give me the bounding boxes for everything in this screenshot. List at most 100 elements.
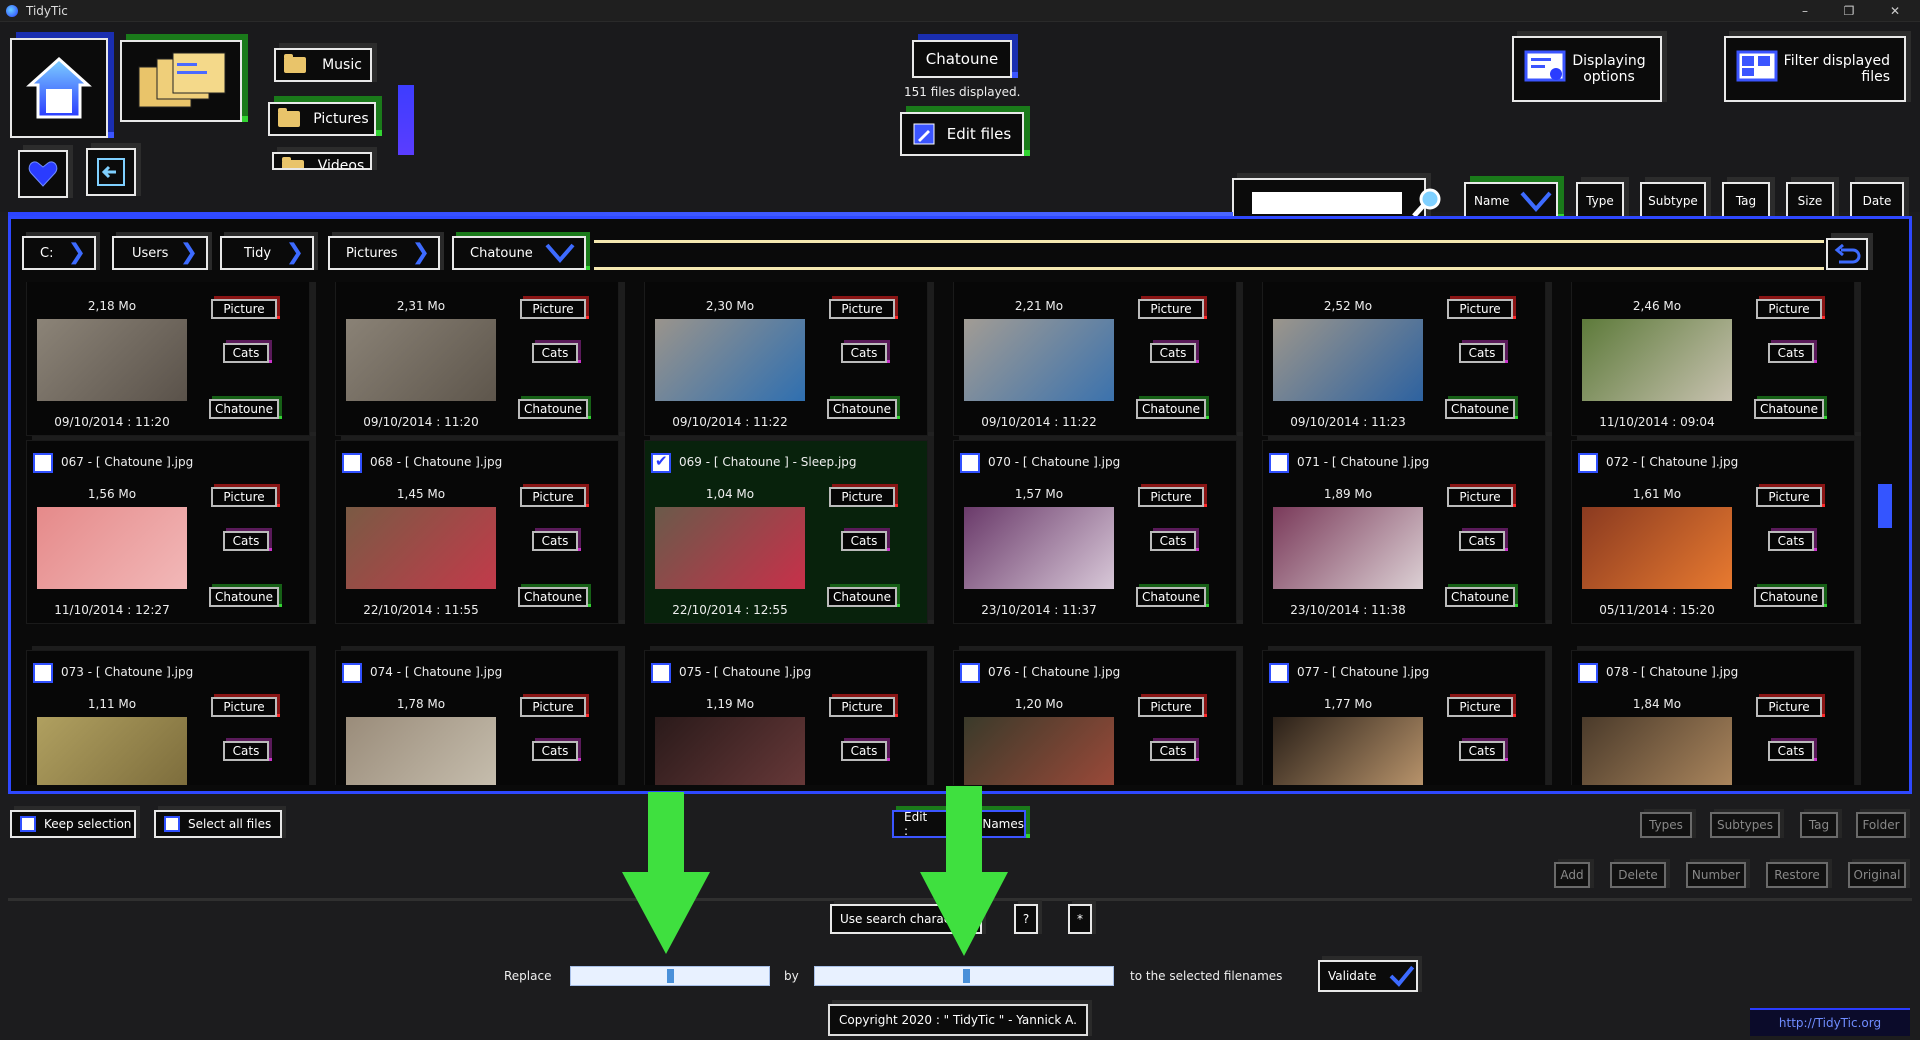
file-subtype-tag[interactable]: Cats [1459,531,1505,551]
file-tile[interactable]: 078 - [ Chatoune ].jpg 1,84 Mo Picture Cats [1571,650,1855,785]
file-thumbnail[interactable] [655,717,805,785]
file-tag[interactable]: Chatoune [1754,587,1824,607]
file-tag[interactable]: Chatoune [1754,399,1824,419]
name-original-button[interactable]: Original [1848,862,1906,888]
file-type-tag[interactable]: Picture [211,697,277,717]
close-button[interactable]: ✕ [1872,0,1918,22]
file-thumbnail[interactable] [346,717,496,785]
file-checkbox[interactable] [33,663,53,683]
file-subtype-tag[interactable]: Cats [1459,343,1505,363]
file-type-tag[interactable]: Picture [520,299,586,319]
nav-videos-button[interactable]: Videos [272,152,372,170]
file-tile[interactable]: 2,18 Mo 09/10/2014 : 11:20 Picture Cats Chat… [26,282,310,436]
name-restore-button[interactable]: Restore [1766,862,1828,888]
sort-tag-button[interactable]: Tag [1722,182,1770,220]
edit-folder-button[interactable]: Folder [1856,812,1906,838]
file-subtype-tag[interactable]: Cats [532,531,578,551]
breadcrumb-tidy[interactable]: Tidy ❯ [220,236,314,270]
file-thumbnail[interactable] [346,319,496,401]
file-checkbox[interactable] [960,663,980,683]
nav-pictures-button[interactable]: Pictures [268,102,376,136]
folders-button[interactable] [120,40,242,122]
wildcard-question-button[interactable]: ? [1014,904,1038,934]
home-button[interactable] [10,38,108,138]
file-tag[interactable]: Chatoune [518,587,588,607]
file-tag[interactable]: Chatoune [1445,587,1515,607]
file-subtype-tag[interactable]: Cats [532,741,578,761]
file-checkbox[interactable] [651,663,671,683]
file-type-tag[interactable]: Picture [1447,697,1513,717]
file-subtype-tag[interactable]: Cats [223,343,269,363]
name-add-button[interactable]: Add [1554,862,1590,888]
minimize-button[interactable]: – [1782,0,1828,22]
file-thumbnail[interactable] [964,507,1114,589]
file-tile[interactable]: 074 - [ Chatoune ].jpg 1,78 Mo Picture Cats [335,650,619,785]
replace-input[interactable] [570,966,770,986]
website-link[interactable]: http://TidyTic.org [1750,1008,1910,1036]
file-checkbox[interactable] [651,452,671,473]
file-tag[interactable]: Chatoune [518,399,588,419]
file-thumbnail[interactable] [1582,319,1732,401]
maximize-button[interactable]: ❐ [1826,0,1872,22]
file-tile[interactable]: 2,46 Mo 11/10/2014 : 09:04 Picture Cats Chat… [1571,282,1855,436]
file-subtype-tag[interactable]: Cats [1768,531,1814,551]
file-tile[interactable]: 2,21 Mo 09/10/2014 : 11:22 Picture Cats Chat… [953,282,1237,436]
file-subtype-tag[interactable]: Cats [1768,343,1814,363]
sort-size-button[interactable]: Size [1786,182,1834,220]
file-subtype-tag[interactable]: Cats [1768,741,1814,761]
grid-scrollbar[interactable] [1878,484,1892,528]
file-checkbox[interactable] [1578,663,1598,683]
file-subtype-tag[interactable]: Cats [223,531,269,551]
file-tag[interactable]: Chatoune [1445,399,1515,419]
file-tile[interactable]: 070 - [ Chatoune ].jpg 1,57 Mo 23/10/2014 … [953,440,1237,624]
file-thumbnail[interactable] [964,717,1114,785]
edit-tag-button[interactable]: Tag [1800,812,1838,838]
undo-path-button[interactable] [1826,238,1868,270]
file-thumbnail[interactable] [1582,507,1732,589]
file-type-tag[interactable]: Picture [1447,299,1513,319]
validate-button[interactable]: Validate [1318,960,1418,992]
sort-name-button[interactable]: Name [1464,182,1558,220]
file-subtype-tag[interactable]: Cats [1150,741,1196,761]
select-all-checkbox[interactable]: Select all files [154,810,282,838]
filter-files-button[interactable]: Filter displayed files [1724,36,1906,102]
file-tag[interactable]: Chatoune [209,587,279,607]
by-input[interactable] [814,966,1114,986]
file-thumbnail[interactable] [1582,717,1732,785]
file-thumbnail[interactable] [37,507,187,589]
file-thumbnail[interactable] [37,717,187,785]
file-subtype-tag[interactable]: Cats [841,531,887,551]
file-tile[interactable]: 069 - [ Chatoune ] - Sleep.jpg 1,04 Mo 22/… [644,440,928,624]
file-subtype-tag[interactable]: Cats [532,343,578,363]
file-tag[interactable]: Chatoune [827,587,897,607]
edit-subtypes-button[interactable]: Subtypes [1710,812,1780,838]
breadcrumb-c[interactable]: C: ❯ [22,236,96,270]
file-tag[interactable]: Chatoune [1136,399,1206,419]
keep-selection-checkbox[interactable]: Keep selection [10,810,136,838]
file-type-tag[interactable]: Picture [1447,487,1513,507]
search-input[interactable] [1252,192,1402,214]
file-type-tag[interactable]: Picture [1138,299,1204,319]
file-checkbox[interactable] [33,453,53,473]
file-checkbox[interactable] [342,453,362,473]
file-thumbnail[interactable] [37,319,187,401]
file-subtype-tag[interactable]: Cats [1150,531,1196,551]
file-tile[interactable]: 072 - [ Chatoune ].jpg 1,61 Mo 05/11/2014 … [1571,440,1855,624]
edit-types-button[interactable]: Types [1640,812,1692,838]
file-thumbnail[interactable] [1273,507,1423,589]
sort-date-button[interactable]: Date [1850,182,1904,220]
file-tile[interactable]: 2,30 Mo 09/10/2014 : 11:22 Picture Cats Chat… [644,282,928,436]
file-tile[interactable]: 077 - [ Chatoune ].jpg 1,77 Mo Picture Cats [1262,650,1546,785]
file-thumbnail[interactable] [964,319,1114,401]
sort-type-button[interactable]: Type [1576,182,1624,220]
file-subtype-tag[interactable]: Cats [223,741,269,761]
file-type-tag[interactable]: Picture [829,487,895,507]
file-subtype-tag[interactable]: Cats [1150,343,1196,363]
file-tag[interactable]: Chatoune [827,399,897,419]
file-type-tag[interactable]: Picture [211,299,277,319]
file-thumbnail[interactable] [1273,717,1423,785]
file-checkbox[interactable] [1269,663,1289,683]
file-tile[interactable]: 068 - [ Chatoune ].jpg 1,45 Mo 22/10/2014 … [335,440,619,624]
sort-subtype-button[interactable]: Subtype [1640,182,1706,220]
file-type-tag[interactable]: Picture [829,697,895,717]
